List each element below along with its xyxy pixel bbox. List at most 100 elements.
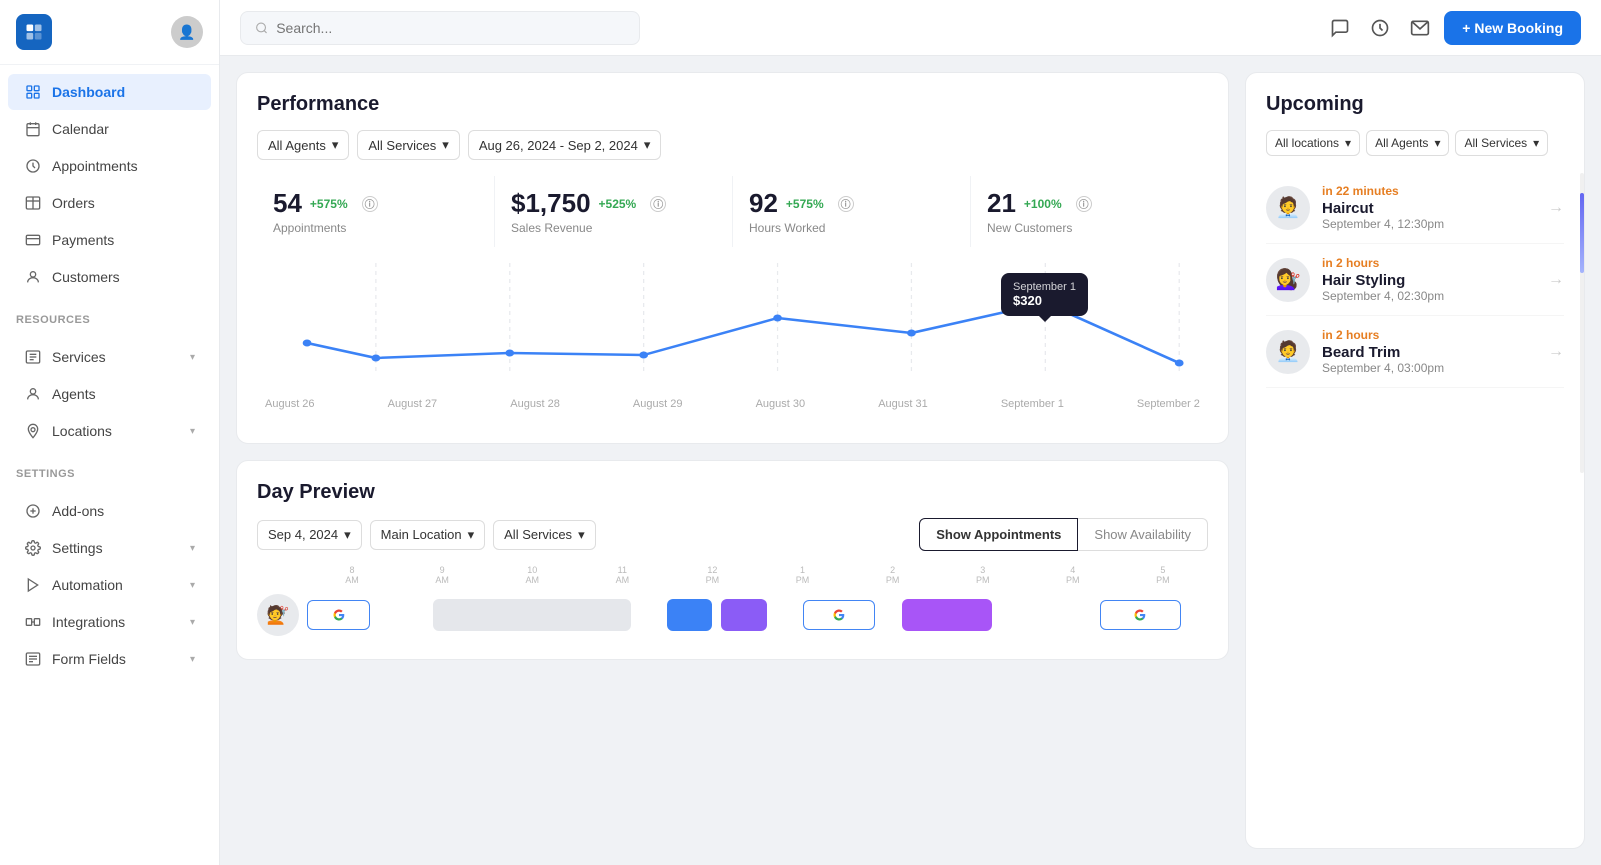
appointment-block-google3[interactable] (1100, 600, 1181, 630)
sidebar-item-addons[interactable]: Add-ons (8, 493, 211, 529)
show-appointments-button[interactable]: Show Appointments (919, 518, 1078, 551)
appointment-name: Hair Styling (1322, 272, 1536, 289)
sidebar-item-label: Add-ons (52, 503, 104, 519)
sidebar-item-automation[interactable]: Automation ▾ (8, 567, 211, 603)
search-input[interactable] (276, 20, 625, 36)
appointments-icon (24, 157, 42, 175)
agent-avatar: 💇 (257, 594, 299, 636)
info-icon[interactable]: ⓘ (650, 196, 666, 212)
main-nav: Dashboard Calendar Appointments Orders P… (0, 65, 219, 304)
timeline-row: 💇 (257, 591, 1208, 639)
logo-area: 👤 (0, 0, 219, 65)
sidebar-item-label: Form Fields (52, 651, 126, 667)
sidebar-item-form-fields[interactable]: Form Fields ▾ (8, 641, 211, 677)
upcoming-appointment-1[interactable]: 🧑‍💼 in 22 minutes Haircut September 4, 1… (1266, 172, 1564, 244)
agents-filter[interactable]: All Agents ▾ (257, 130, 349, 160)
resources-section-label: RESOURCES (0, 304, 219, 330)
info-icon[interactable]: ⓘ (838, 196, 854, 212)
appointment-date: September 4, 03:00pm (1322, 361, 1536, 375)
chevron-down-icon: ▾ (190, 352, 195, 363)
chevron-down-icon: ▾ (442, 137, 449, 153)
clock-icon[interactable] (1368, 16, 1392, 40)
timeline: 8AM 9AM 10AM 11AM 12PM 1PM 2PM 3PM 4PM 5… (257, 565, 1208, 639)
user-avatar[interactable]: 👤 (171, 16, 203, 48)
show-availability-button[interactable]: Show Availability (1078, 518, 1208, 551)
appointment-block-purple2[interactable] (902, 599, 992, 631)
appointment-name: Haircut (1322, 200, 1536, 217)
sidebar-item-label: Dashboard (52, 84, 125, 100)
topbar: + New Booking (220, 0, 1601, 56)
upcoming-filters: All locations ▾ All Agents ▾ All Service… (1266, 130, 1564, 156)
sidebar-item-calendar[interactable]: Calendar (8, 111, 211, 147)
sidebar-item-label: Integrations (52, 614, 125, 630)
services-filter-upcoming[interactable]: All Services ▾ (1455, 130, 1548, 156)
messages-icon[interactable] (1328, 16, 1352, 40)
mail-icon[interactable] (1408, 16, 1432, 40)
sidebar-item-label: Orders (52, 195, 95, 211)
sidebar-item-label: Services (52, 349, 106, 365)
appointment-block-blue[interactable] (667, 599, 712, 631)
scrollbar-track (1580, 173, 1584, 473)
content-area: Performance All Agents ▾ All Services ▾ … (220, 56, 1601, 865)
sidebar-item-label: Locations (52, 423, 112, 439)
chevron-down-icon: ▾ (1345, 136, 1351, 150)
sidebar-item-agents[interactable]: Agents (8, 376, 211, 412)
stat-hours: 92 +575% ⓘ Hours Worked (733, 176, 971, 247)
sidebar-item-orders[interactable]: Orders (8, 185, 211, 221)
stat-customers: 21 +100% ⓘ New Customers (971, 176, 1208, 247)
upcoming-card: Upcoming All locations ▾ All Agents ▾ Al… (1245, 72, 1585, 849)
stat-appointments: 54 +575% ⓘ Appointments (257, 176, 495, 247)
appointment-date: September 4, 02:30pm (1322, 289, 1536, 303)
upcoming-appointment-2[interactable]: 💇‍♀️ in 2 hours Hair Styling September 4… (1266, 244, 1564, 316)
arrow-right-icon: → (1548, 343, 1564, 361)
sidebar-item-label: Customers (52, 269, 120, 285)
sidebar-item-label: Settings (52, 540, 103, 556)
sidebar-item-settings[interactable]: Settings ▾ (8, 530, 211, 566)
agents-icon (24, 385, 42, 403)
main-area: + New Booking Performance All Agents ▾ A… (220, 0, 1601, 865)
services-filter[interactable]: All Services ▾ (357, 130, 459, 160)
appointment-info: in 2 hours Hair Styling September 4, 02:… (1322, 256, 1536, 303)
chevron-down-icon: ▾ (190, 426, 195, 437)
appointment-time: in 2 hours (1322, 256, 1536, 270)
right-panel: Upcoming All locations ▾ All Agents ▾ Al… (1245, 72, 1585, 849)
sidebar-item-payments[interactable]: Payments (8, 222, 211, 258)
upcoming-appointment-3[interactable]: 🧑‍💼 in 2 hours Beard Trim September 4, 0… (1266, 316, 1564, 388)
locations-icon (24, 422, 42, 440)
sidebar-item-customers[interactable]: Customers (8, 259, 211, 295)
sidebar-item-integrations[interactable]: Integrations ▾ (8, 604, 211, 640)
location-select[interactable]: Main Location ▾ (370, 520, 485, 550)
settings-icon (24, 539, 42, 557)
scrollbar-thumb[interactable] (1580, 193, 1584, 273)
sidebar-item-services[interactable]: Services ▾ (8, 339, 211, 375)
stats-row: 54 +575% ⓘ Appointments $1,750 +525% ⓘ S… (257, 176, 1208, 247)
appointment-block-google1[interactable] (307, 600, 370, 630)
info-icon[interactable]: ⓘ (362, 196, 378, 212)
performance-title: Performance (257, 93, 1208, 116)
day-preview-card: Day Preview Sep 4, 2024 ▾ Main Location … (236, 460, 1229, 660)
appointment-block-purple[interactable] (721, 599, 766, 631)
new-booking-button[interactable]: + New Booking (1444, 11, 1581, 45)
performance-chart: September 1 $320 (257, 263, 1208, 423)
chevron-down-icon: ▾ (190, 580, 195, 591)
agents-filter-upcoming[interactable]: All Agents ▾ (1366, 130, 1449, 156)
sidebar-item-locations[interactable]: Locations ▾ (8, 413, 211, 449)
sidebar-item-label: Calendar (52, 121, 109, 137)
sidebar-item-appointments[interactable]: Appointments (8, 148, 211, 184)
appointment-date: September 4, 12:30pm (1322, 217, 1536, 231)
locations-filter[interactable]: All locations ▾ (1266, 130, 1360, 156)
sidebar-item-label: Appointments (52, 158, 138, 174)
date-select[interactable]: Sep 4, 2024 ▾ (257, 520, 362, 550)
payments-icon (24, 231, 42, 249)
appointment-block-google2[interactable] (803, 600, 875, 630)
timeline-slots (307, 591, 1208, 639)
date-filter[interactable]: Aug 26, 2024 - Sep 2, 2024 ▾ (468, 130, 662, 160)
services-select[interactable]: All Services ▾ (493, 520, 595, 550)
sidebar-item-dashboard[interactable]: Dashboard (8, 74, 211, 110)
info-icon[interactable]: ⓘ (1076, 196, 1092, 212)
chevron-down-icon: ▾ (332, 137, 339, 153)
stat-revenue: $1,750 +525% ⓘ Sales Revenue (495, 176, 733, 247)
search-bar[interactable] (240, 11, 640, 45)
appointment-info: in 22 minutes Haircut September 4, 12:30… (1322, 184, 1536, 231)
chevron-down-icon: ▾ (468, 527, 475, 543)
